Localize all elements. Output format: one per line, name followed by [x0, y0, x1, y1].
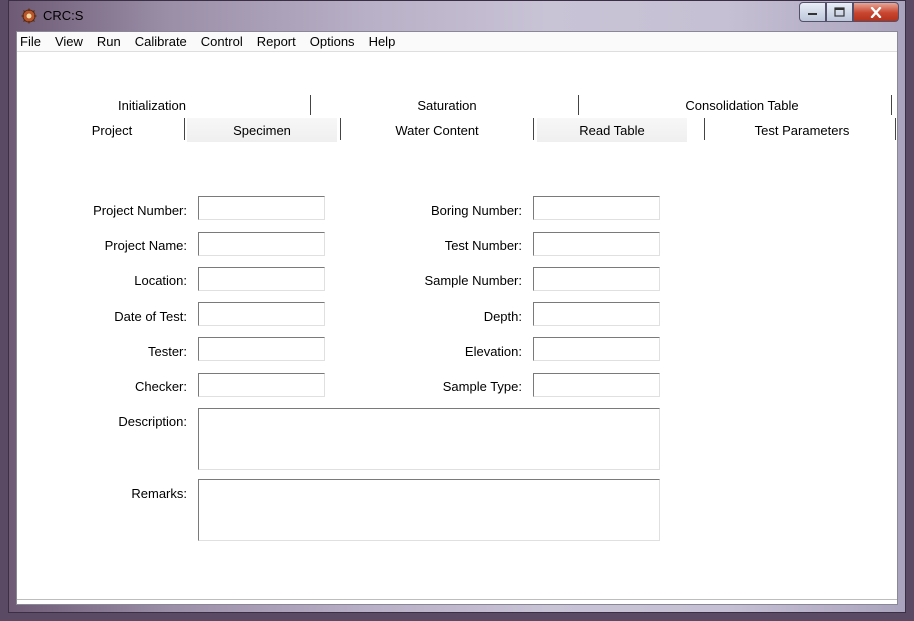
location-label: Location: [134, 273, 187, 288]
boring-number-field[interactable] [533, 196, 660, 220]
date-of-test-label: Date of Test: [114, 309, 187, 324]
client-area: File View Run Calibrate Control Report O… [16, 31, 898, 605]
minimize-icon [808, 13, 817, 15]
location-field[interactable] [198, 267, 325, 291]
description-label: Description: [118, 414, 187, 429]
project-number-field[interactable] [198, 196, 325, 220]
sample-number-label: Sample Number: [424, 273, 522, 288]
test-number-field[interactable] [533, 232, 660, 256]
date-of-test-field[interactable] [198, 302, 325, 326]
remarks-textarea[interactable] [198, 479, 660, 541]
remarks-label: Remarks: [131, 486, 187, 501]
maximize-icon [834, 7, 845, 17]
maximize-button[interactable] [826, 2, 853, 22]
project-form: Project Number: Project Name: Location: … [17, 32, 897, 604]
crc-app-icon[interactable] [21, 8, 37, 24]
test-number-label: Test Number: [444, 238, 522, 253]
project-number-label: Project Number: [93, 203, 187, 218]
app-window: CRC:S File View Run Calibrate Control Re… [8, 0, 906, 613]
depth-label: Depth: [483, 309, 522, 324]
sample-type-label: Sample Type: [442, 379, 522, 394]
elevation-field[interactable] [533, 337, 660, 361]
sample-type-field[interactable] [533, 373, 660, 397]
checker-field[interactable] [198, 373, 325, 397]
window-controls [799, 2, 899, 22]
close-button[interactable] [853, 2, 899, 22]
project-name-label: Project Name: [104, 238, 187, 253]
minimize-button[interactable] [799, 2, 826, 22]
elevation-label: Elevation: [464, 344, 522, 359]
title-bar[interactable]: CRC:S [9, 1, 905, 31]
close-icon [870, 6, 882, 18]
project-name-field[interactable] [198, 232, 325, 256]
description-textarea[interactable] [198, 408, 660, 470]
status-divider [17, 599, 897, 600]
sample-number-field[interactable] [533, 267, 660, 291]
tester-label: Tester: [147, 344, 187, 359]
boring-number-label: Boring Number: [430, 203, 522, 218]
checker-label: Checker: [134, 379, 187, 394]
tester-field[interactable] [198, 337, 325, 361]
depth-field[interactable] [533, 302, 660, 326]
window-title: CRC:S [43, 8, 84, 23]
